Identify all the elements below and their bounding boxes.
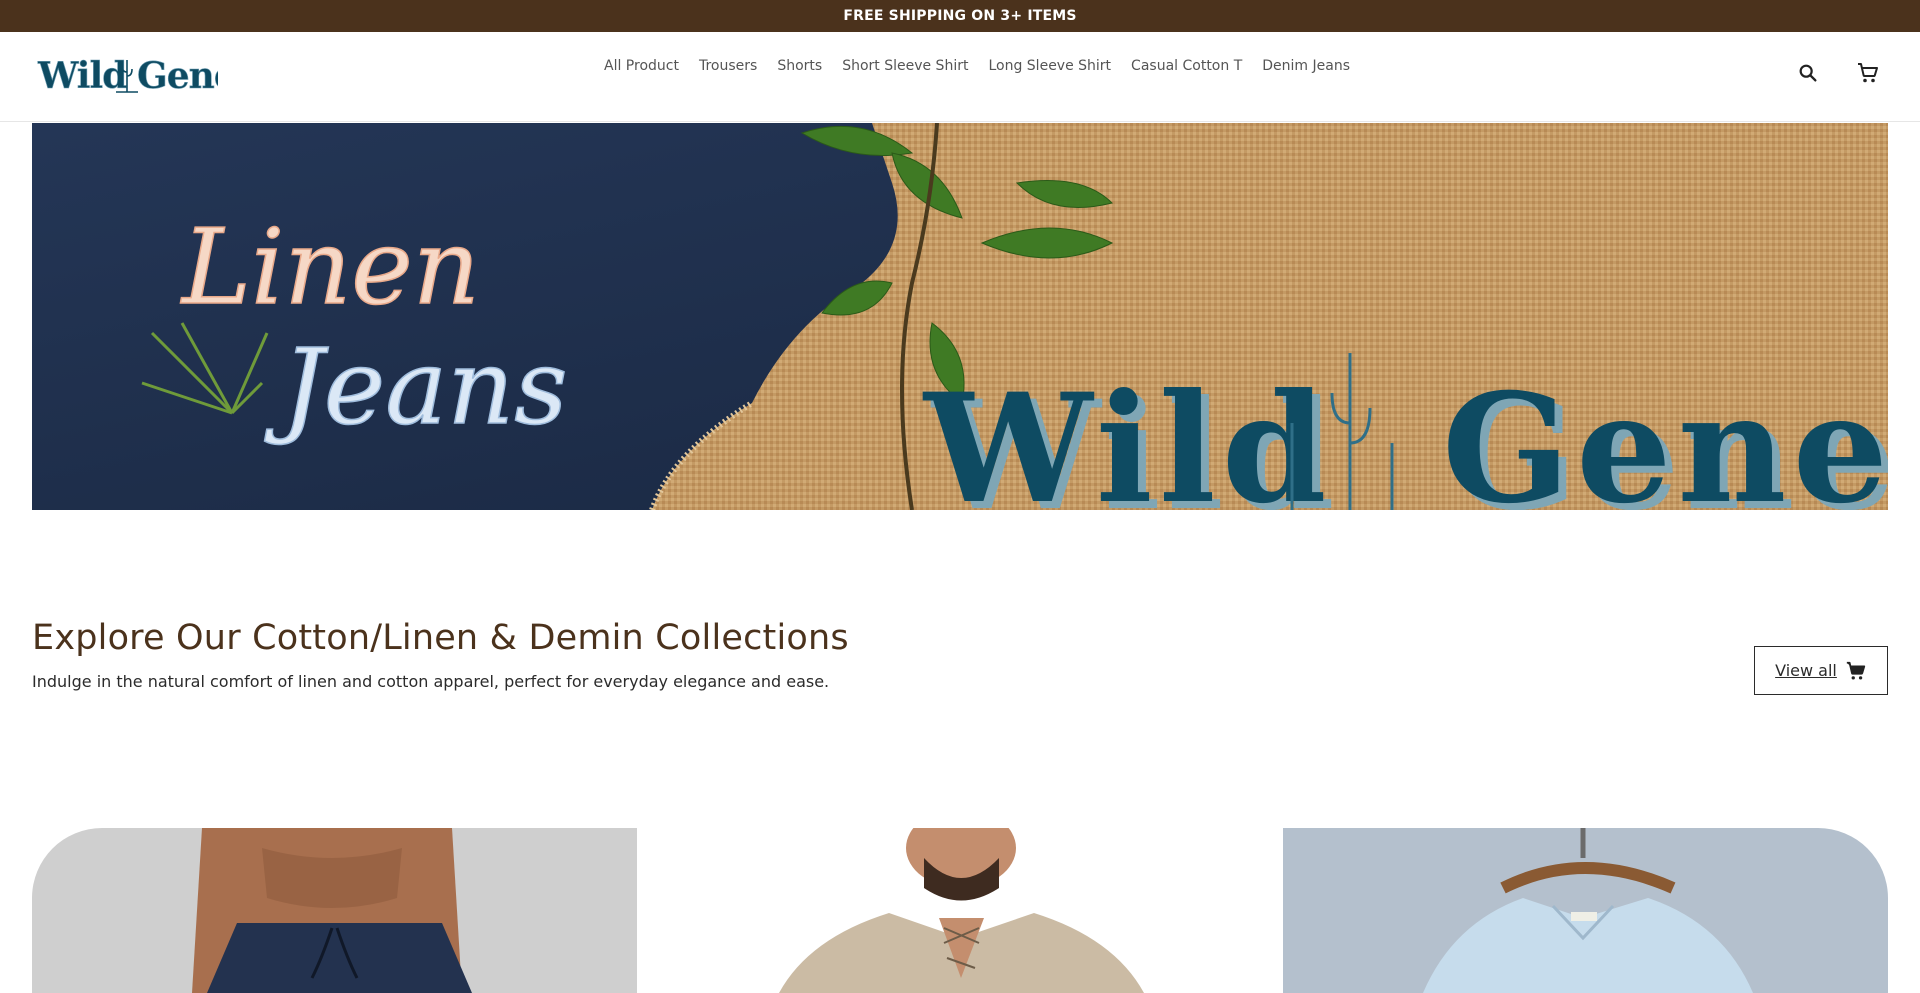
svg-text:Jeans: Jeans [264,326,568,448]
product-image-linen-shirt [669,828,1252,993]
product-image-shorts [32,828,637,993]
search-icon [1799,64,1817,82]
hero-banner[interactable]: Linen Jeans Wild Wild Gene Gene [32,123,1888,510]
nav-long-sleeve-shirt[interactable]: Long Sleeve Shirt [978,56,1121,76]
nav-trousers[interactable]: Trousers [689,56,767,76]
collection-card-linen-shirt[interactable] [669,828,1252,993]
cart-icon [1846,661,1866,680]
svg-text:Gene: Gene [1442,361,1888,510]
hero-banner-image: Linen Jeans Wild Wild Gene Gene [32,123,1888,510]
cart-icon [1858,63,1878,83]
announcement-text: FREE SHIPPING ON 3+ ITEMS [843,8,1077,24]
view-all-label: View all [1775,661,1837,680]
nav-shorts[interactable]: Shorts [767,56,832,76]
brand-logo-image: Wild Gene [37,55,237,98]
collection-card-shorts[interactable] [32,828,637,993]
svg-text:Wild: Wild [922,361,1333,510]
nav-casual-cotton-t[interactable]: Casual Cotton T [1121,56,1252,76]
main-nav: All Product Trousers Shorts Short Sleeve… [594,56,1360,76]
svg-text:Wild: Wild [37,55,127,97]
collection-title: Explore Our Cotton/Linen & Demin Collect… [32,618,849,658]
nav-all-product[interactable]: All Product [594,56,689,76]
nav-short-sleeve-shirt[interactable]: Short Sleeve Shirt [832,56,978,76]
brand-logo[interactable]: Wild Gene [36,46,237,102]
product-image-blue-shirt [1283,828,1888,993]
announcement-bar: FREE SHIPPING ON 3+ ITEMS [0,0,1920,32]
site-header: Wild Gene All Product Trousers Shorts Sh… [0,32,1920,122]
search-button[interactable] [1795,60,1821,86]
svg-text:Linen: Linen [180,206,480,328]
nav-denim-jeans[interactable]: Denim Jeans [1252,56,1360,76]
cart-button[interactable] [1855,60,1881,86]
collection-card-blue-shirt[interactable] [1283,828,1888,993]
svg-text:Gene: Gene [137,55,218,97]
collection-description: Indulge in the natural comfort of linen … [32,672,830,691]
view-all-button[interactable]: View all [1754,646,1888,695]
